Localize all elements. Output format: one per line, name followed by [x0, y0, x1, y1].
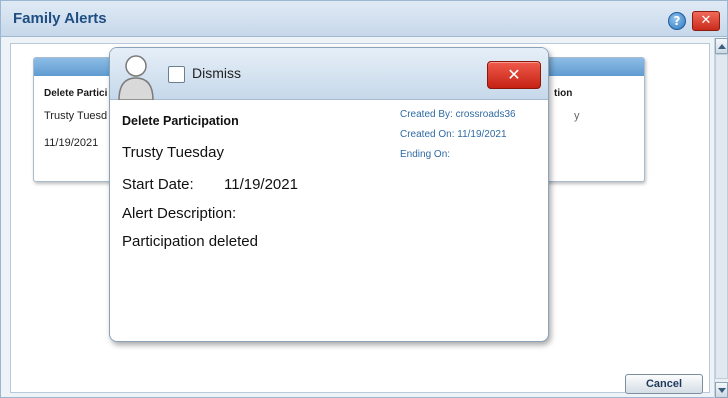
- start-date-label: Start Date:: [122, 176, 194, 193]
- title-bar: Family Alerts ? ✕: [1, 1, 727, 37]
- dismiss-checkbox[interactable]: [168, 66, 185, 83]
- created-by: Created By: crossroads36: [400, 109, 516, 120]
- window-title: Family Alerts: [13, 10, 107, 27]
- created-on: Created On: 11/19/2021: [400, 129, 507, 140]
- ending-on: Ending On:: [400, 149, 451, 160]
- alert-card-right-value: y: [574, 110, 580, 122]
- close-icon: ✕: [507, 65, 521, 84]
- alert-title: Delete Participation: [122, 114, 239, 128]
- scroll-up-icon[interactable]: [715, 38, 728, 54]
- help-icon[interactable]: ?: [668, 12, 686, 30]
- start-date-value: 11/19/2021: [224, 176, 298, 193]
- alert-card-date: 11/19/2021: [44, 137, 99, 149]
- avatar-icon: [118, 55, 154, 100]
- cancel-button[interactable]: Cancel: [625, 374, 703, 394]
- scroll-down-icon[interactable]: [715, 382, 728, 398]
- alert-card-title: Delete Partici: [44, 88, 108, 99]
- dismiss-label[interactable]: Dismiss: [192, 65, 241, 81]
- family-alerts-window: Family Alerts ? ✕ Delete Partici Trusty …: [0, 0, 728, 398]
- scroll-thumb[interactable]: [715, 54, 728, 379]
- vertical-scrollbar[interactable]: [714, 38, 728, 398]
- alert-card-name: Trusty Tuesd: [44, 110, 108, 122]
- alert-card-right-header: tion: [554, 88, 573, 99]
- popup-header: Dismiss ✕: [110, 48, 548, 100]
- alert-description-label: Alert Description:: [122, 205, 237, 222]
- popup-close-button[interactable]: ✕: [487, 61, 541, 89]
- alert-description: Participation deleted: [122, 233, 258, 250]
- alert-participant-name: Trusty Tuesday: [122, 144, 224, 161]
- window-close-button[interactable]: ✕: [692, 11, 720, 31]
- alert-detail-popup: Dismiss ✕ Delete Participation Trusty Tu…: [109, 47, 549, 342]
